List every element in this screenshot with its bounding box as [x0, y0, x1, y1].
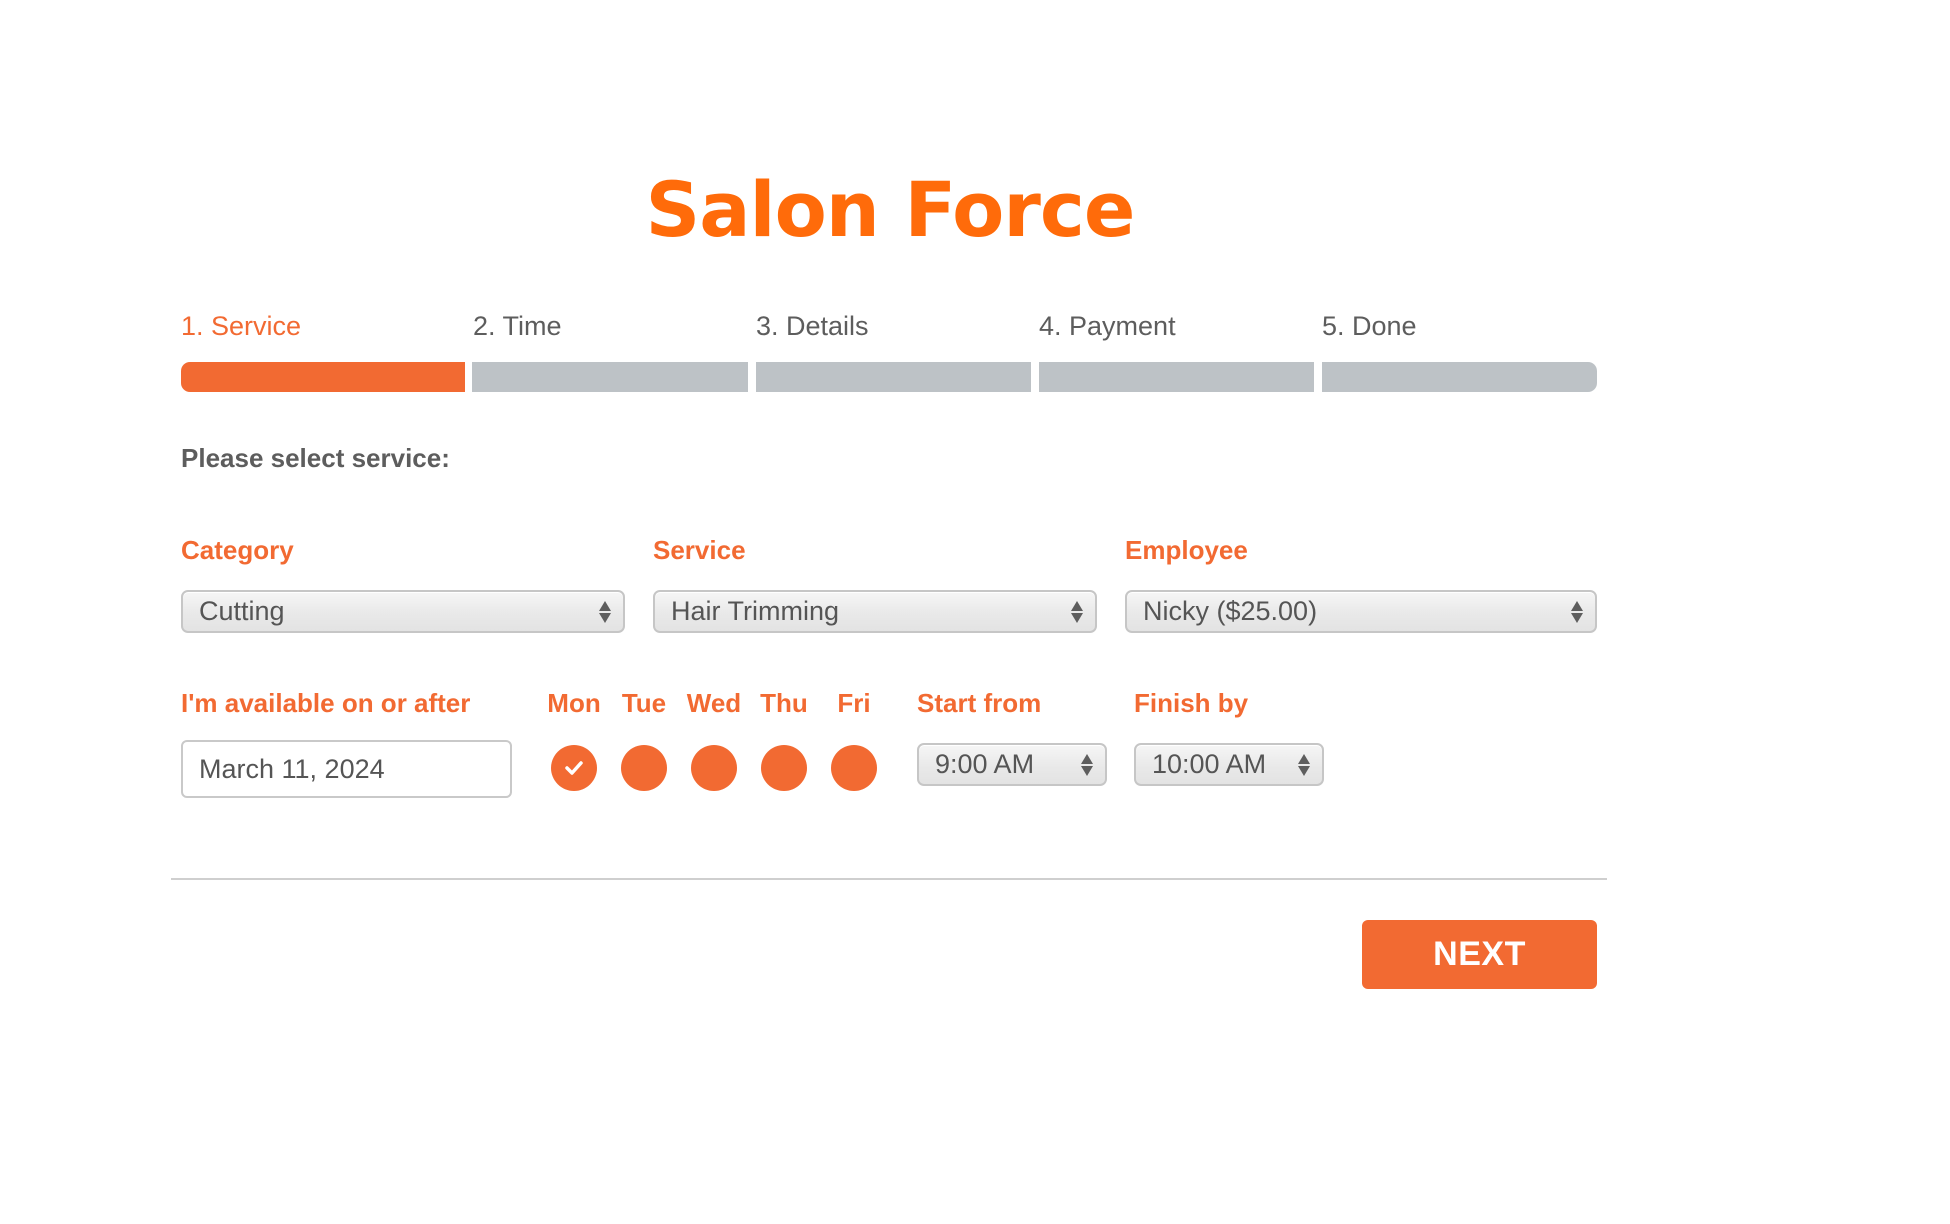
progress-segment-payment	[1039, 362, 1314, 392]
step-service[interactable]: 1. Service	[181, 306, 301, 346]
day-checkbox-wed[interactable]	[691, 745, 737, 791]
day-label-mon: Mon	[547, 688, 601, 718]
service-select[interactable]: Hair Trimming	[653, 590, 1097, 633]
divider	[171, 878, 1607, 880]
service-select-value: Hair Trimming	[671, 596, 840, 626]
category-label: Category	[181, 535, 294, 565]
day-label-thu: Thu	[760, 688, 808, 718]
day-checkbox-fri[interactable]	[831, 745, 877, 791]
service-label: Service	[653, 535, 746, 565]
start-time-value: 9:00 AM	[935, 749, 1035, 779]
finish-by-label: Finish by	[1134, 688, 1249, 718]
availability-label: I'm available on or after	[181, 688, 471, 718]
employee-select-value: Nicky ($25.00)	[1143, 596, 1318, 626]
step-time[interactable]: 2. Time	[473, 306, 562, 346]
finish-time-value: 10:00 AM	[1152, 749, 1267, 779]
day-checkbox-thu[interactable]	[761, 745, 807, 791]
step-payment[interactable]: 4. Payment	[1039, 306, 1176, 346]
category-select-value: Cutting	[199, 596, 285, 626]
section-prompt: Please select service:	[181, 443, 450, 473]
select-arrows-icon	[599, 599, 611, 625]
select-arrows-icon	[1571, 599, 1583, 625]
category-select[interactable]: Cutting	[181, 590, 625, 633]
next-button[interactable]: NEXT	[1362, 920, 1597, 989]
start-time-select[interactable]: 9:00 AM	[917, 743, 1107, 786]
day-label-tue: Tue	[621, 688, 667, 718]
progress-segment-time	[472, 362, 748, 392]
employee-label: Employee	[1125, 535, 1248, 565]
step-details[interactable]: 3. Details	[756, 306, 869, 346]
select-arrows-icon	[1298, 752, 1310, 778]
employee-select[interactable]: Nicky ($25.00)	[1125, 590, 1597, 633]
day-checkbox-mon[interactable]	[551, 745, 597, 791]
select-arrows-icon	[1071, 599, 1083, 625]
checkmark-icon	[565, 761, 583, 775]
select-arrows-icon	[1081, 752, 1093, 778]
start-from-label: Start from	[917, 688, 1042, 718]
step-done[interactable]: 5. Done	[1322, 306, 1417, 346]
progress-segment-details	[756, 362, 1031, 392]
finish-time-select[interactable]: 10:00 AM	[1134, 743, 1324, 786]
day-checkbox-tue[interactable]	[621, 745, 667, 791]
app-title: Salon Force	[645, 165, 1136, 254]
progress-segment-service	[181, 362, 465, 392]
day-label-fri: Fri	[837, 688, 871, 718]
day-label-wed: Wed	[686, 688, 742, 718]
progress-segment-done	[1322, 362, 1597, 392]
availability-date-input[interactable]	[181, 740, 512, 798]
